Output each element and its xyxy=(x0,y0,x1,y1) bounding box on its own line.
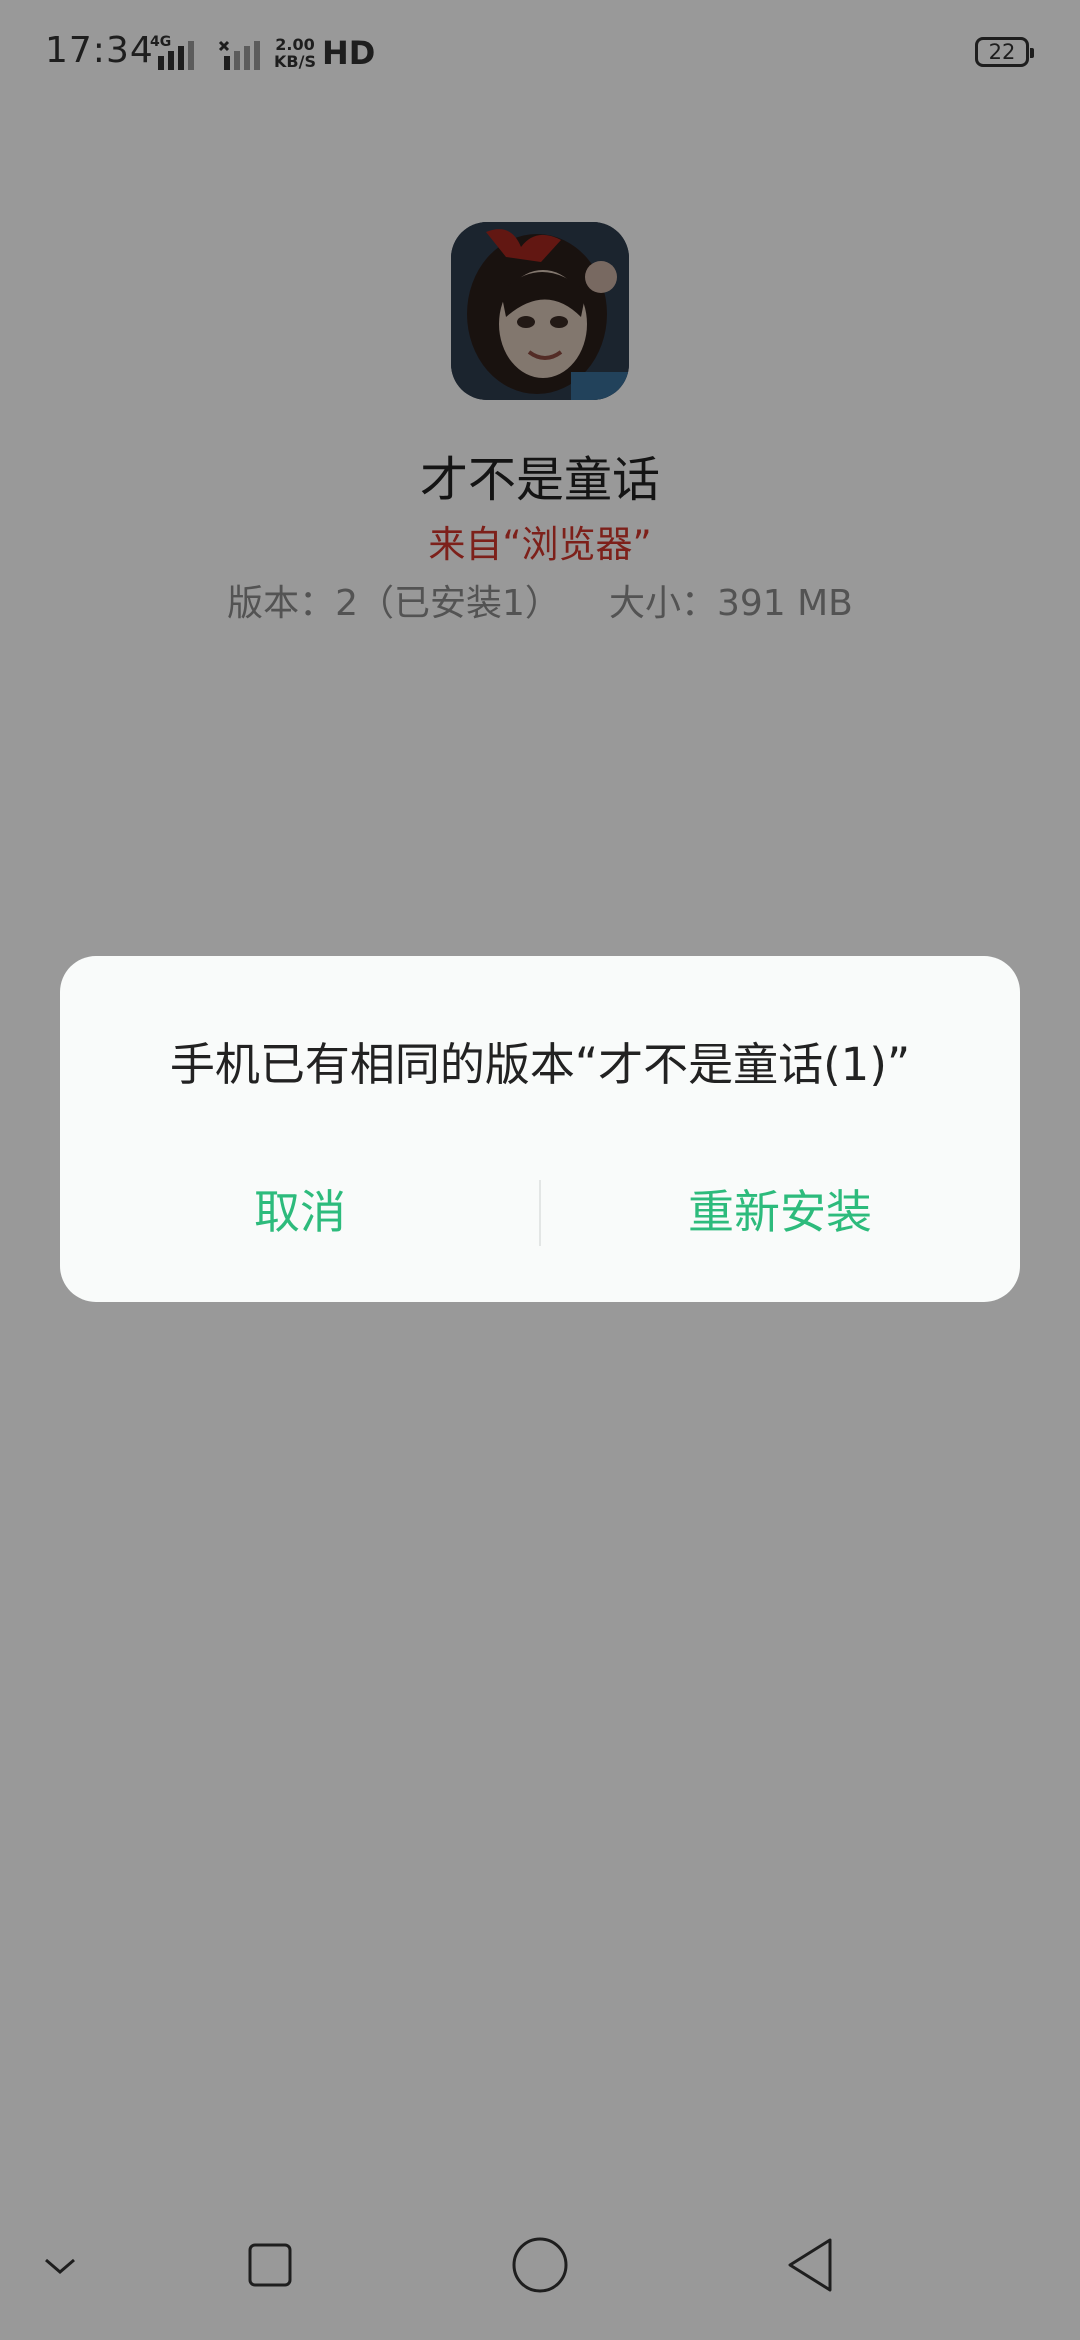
reinstall-dialog: 手机已有相同的版本“才不是童话(1)” 取消 重新安装 xyxy=(60,956,1020,1302)
cancel-button[interactable]: 取消 xyxy=(60,1176,540,1242)
reinstall-button[interactable]: 重新安装 xyxy=(540,1176,1020,1242)
dialog-message: 手机已有相同的版本“才不是童话(1)” xyxy=(169,1038,911,1091)
